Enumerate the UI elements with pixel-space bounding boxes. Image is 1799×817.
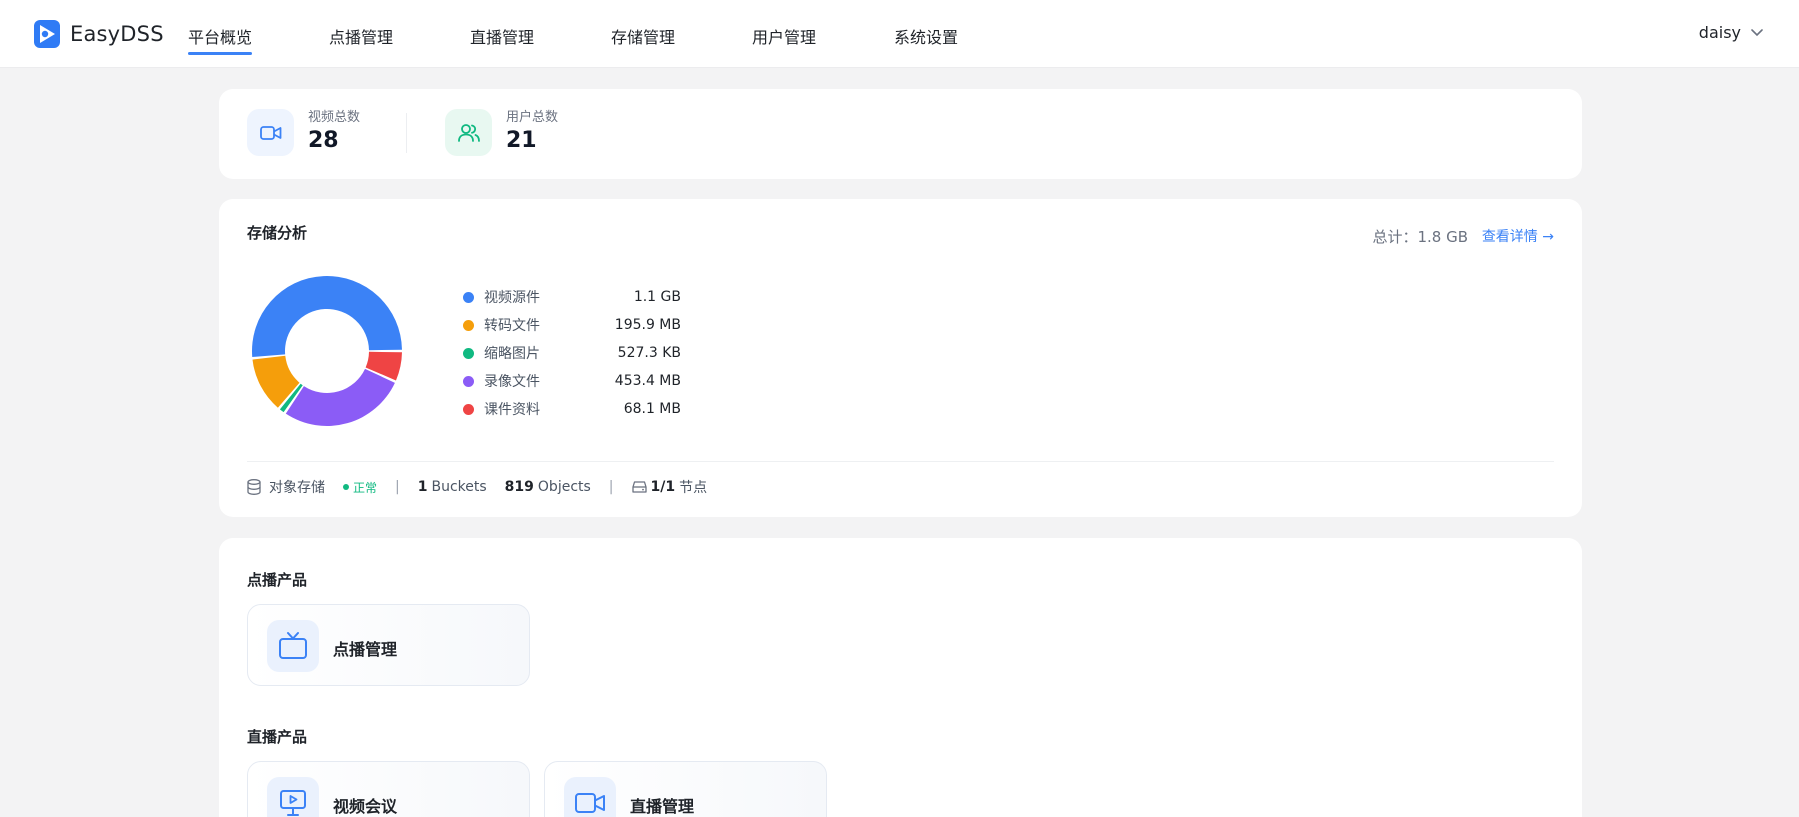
app-name: EasyDSS (70, 22, 164, 46)
tv-icon (267, 620, 319, 672)
stat-video-total: 视频总数 28 (247, 109, 360, 156)
storage-analysis-card: 存储分析 总计：1.8 GB 查看详情 → 视频源件 1.1 GB 转码文件 195.… (219, 199, 1582, 517)
storage-legend: 视频源件 1.1 GB 转码文件 195.9 MB 缩略图片 527.3 KB 录像文件 45… (463, 283, 681, 423)
donut-slice-4[interactable] (285, 368, 395, 426)
storage-title: 存储分析 (247, 224, 308, 242)
vod-section-title: 点播产品 (247, 571, 308, 589)
legend-item: 视频源件 1.1 GB (463, 283, 681, 311)
stat-value: 21 (506, 128, 537, 153)
storage-total: 总计：1.8 GB (1372, 228, 1468, 246)
nav-item-storage[interactable]: 存储管理 (611, 24, 675, 56)
legend-value: 1.1 GB (633, 289, 681, 305)
legend-label: 录像文件 (484, 374, 540, 390)
nav-item-users[interactable]: 用户管理 (752, 24, 816, 56)
database-icon (247, 479, 261, 495)
stats-card: 视频总数 28 用户总数 21 (219, 89, 1582, 179)
nodes-count: 1/1 (650, 479, 676, 495)
legend-item: 缩略图片 527.3 KB (463, 339, 681, 367)
separator: | (608, 479, 614, 495)
buckets-count: 1 (417, 479, 428, 495)
view-details-link[interactable]: 查看详情 → (1482, 226, 1554, 246)
nav-item-vod[interactable]: 点播管理 (329, 24, 393, 56)
legend-value: 68.1 MB (623, 401, 681, 417)
video-camera-icon (247, 109, 294, 156)
legend-item: 转码文件 195.9 MB (463, 311, 681, 339)
legend-color-dot (463, 291, 474, 303)
product-label: 直播管理 (630, 797, 695, 816)
legend-color-dot (463, 403, 474, 415)
legend-value: 195.9 MB (614, 317, 681, 333)
legend-item: 录像文件 453.4 MB (463, 367, 681, 395)
stat-value: 28 (308, 128, 339, 153)
legend-color-dot (463, 347, 474, 359)
objects-label: Objects (537, 479, 591, 495)
divider (406, 113, 407, 153)
donut-slice-1[interactable] (252, 276, 402, 357)
status-badge: 正常 (343, 479, 377, 496)
app-logo[interactable]: EasyDSS (34, 20, 164, 48)
storage-donut-chart (252, 276, 402, 426)
easydss-logo-icon (34, 20, 60, 48)
products-card: 点播产品 点播管理 直播产品 视频会议 直播管理 (219, 538, 1582, 817)
product-label: 点播管理 (333, 640, 398, 659)
chevron-down-icon (1751, 28, 1763, 36)
user-name: daisy (1698, 23, 1741, 42)
buckets-label: Buckets (431, 479, 487, 495)
product-label: 视频会议 (333, 797, 398, 816)
legend-label: 转码文件 (484, 318, 540, 334)
donut-slice-2[interactable] (252, 355, 300, 408)
legend-color-dot (463, 375, 474, 387)
legend-label: 视频源件 (484, 290, 540, 306)
top-nav-bar: EasyDSS 平台概览 点播管理 直播管理 存储管理 用户管理 系统设置 da… (0, 0, 1799, 68)
legend-color-dot (463, 319, 474, 331)
nodes-label: 节点 (679, 480, 708, 496)
stat-label: 用户总数 (506, 110, 559, 125)
stat-user-total: 用户总数 21 (445, 109, 558, 156)
users-icon (445, 109, 492, 156)
presentation-icon (267, 777, 319, 817)
divider (247, 461, 1554, 462)
object-storage-label: 对象存储 (269, 480, 325, 496)
legend-label: 缩略图片 (484, 346, 540, 362)
nav-item-live[interactable]: 直播管理 (470, 24, 534, 56)
video-camera-icon (564, 777, 616, 817)
nav-item-settings[interactable]: 系统设置 (894, 24, 958, 56)
storage-footer: 对象存储 正常 | 1 Buckets 819 Objects | 1/1 节点 (247, 477, 707, 497)
stat-label: 视频总数 (308, 110, 361, 125)
server-node-icon (631, 481, 647, 493)
nav-item-overview[interactable]: 平台概览 (188, 24, 253, 56)
separator: | (395, 479, 400, 495)
live-section-title: 直播产品 (247, 728, 308, 746)
legend-value: 453.4 MB (614, 373, 681, 389)
legend-value: 527.3 KB (617, 345, 681, 361)
product-card-vod-management[interactable]: 点播管理 (247, 604, 530, 686)
user-menu[interactable]: daisy (1699, 23, 1763, 42)
legend-label: 课件资料 (484, 402, 540, 418)
objects-count: 819 (504, 479, 534, 495)
product-card-live-management[interactable]: 直播管理 (544, 761, 827, 817)
product-card-video-conference[interactable]: 视频会议 (247, 761, 530, 817)
legend-item: 课件资料 68.1 MB (463, 395, 681, 423)
